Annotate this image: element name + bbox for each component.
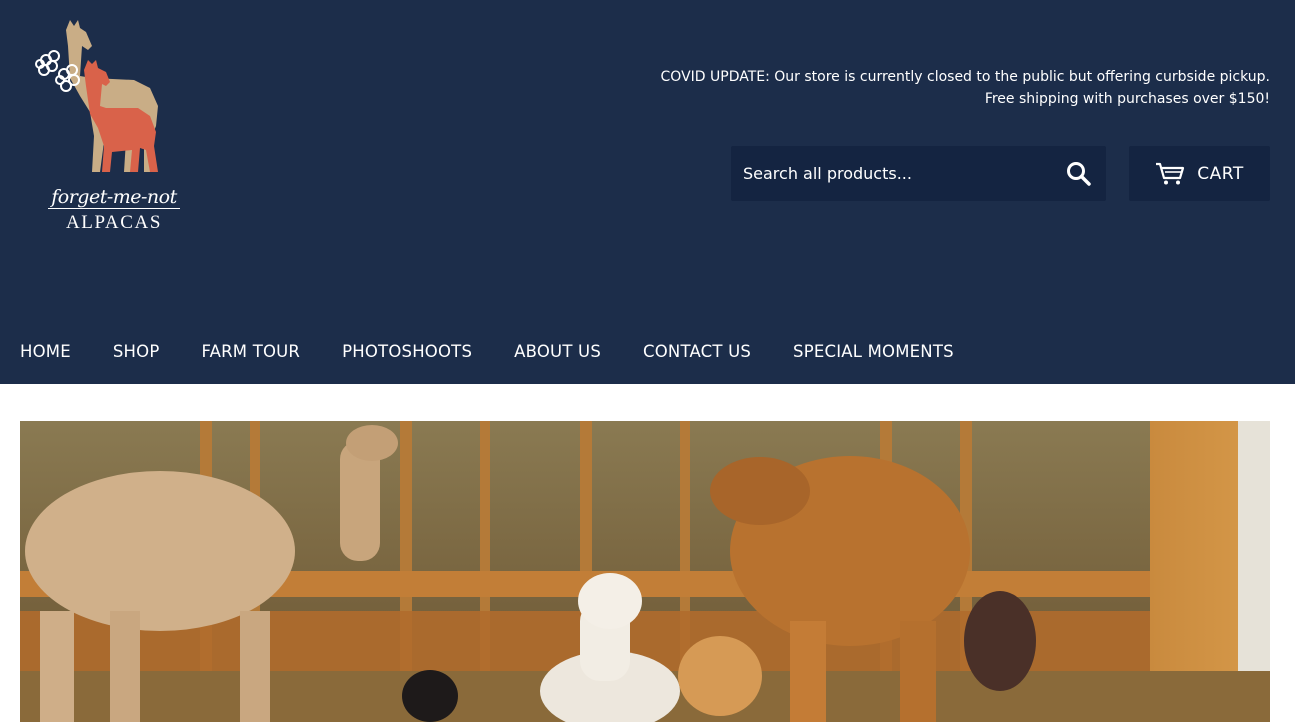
nav-item-about-us[interactable]: ABOUT US (514, 342, 601, 361)
search-input[interactable] (731, 146, 1051, 201)
search-button[interactable] (1051, 146, 1106, 201)
hero-image[interactable] (20, 421, 1270, 722)
nav-item-home[interactable]: HOME (20, 342, 71, 361)
nav-item-special-moments[interactable]: SPECIAL MOMENTS (793, 342, 954, 361)
nav-item-contact-us[interactable]: CONTACT US (643, 342, 751, 361)
site-logo[interactable]: forget-me-not ALPACAS (34, 16, 184, 236)
announcement-bar: COVID UPDATE: Our store is currently clo… (661, 66, 1270, 110)
search-icon (1066, 161, 1091, 186)
site-header: forget-me-not ALPACAS COVID UPDATE: Our … (0, 0, 1295, 384)
logo-script-text: forget-me-not (48, 186, 180, 209)
cart-button[interactable]: CART (1129, 146, 1270, 201)
main-nav: HOME SHOP FARM TOUR PHOTOSHOOTS ABOUT US… (20, 338, 996, 364)
alpacas-photo (20, 421, 1270, 722)
alpaca-logo-icon (35, 20, 158, 172)
logo-wordmark: ALPACAS (65, 212, 163, 233)
announcement-line-shipping: Free shipping with purchases over $150! (984, 91, 1270, 107)
search-form (731, 146, 1106, 201)
nav-item-farm-tour[interactable]: FARM TOUR (201, 342, 300, 361)
nav-item-shop[interactable]: SHOP (113, 342, 160, 361)
announcement-line-covid: COVID UPDATE: Our store is currently clo… (660, 69, 1270, 85)
cart-icon (1156, 162, 1185, 184)
nav-item-photoshoots[interactable]: PHOTOSHOOTS (342, 342, 472, 361)
cart-label: CART (1197, 163, 1244, 184)
